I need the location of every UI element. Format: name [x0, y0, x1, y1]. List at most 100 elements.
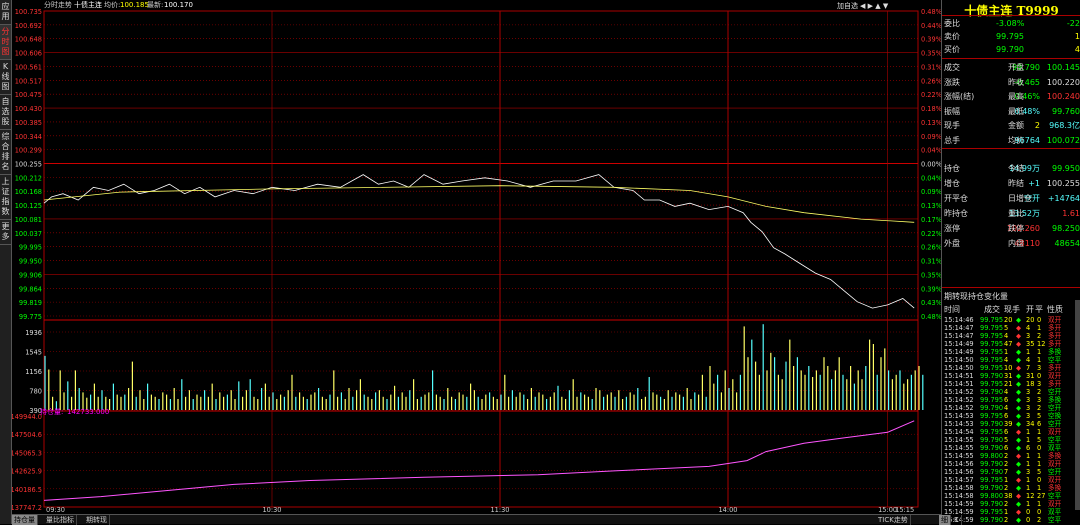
tick-cell: 空平: [1048, 356, 1062, 364]
tick-row: 15:14:53 99.790 39 ◆ 34 6 空开: [944, 420, 1080, 428]
quote2-row-cell: 48654: [1054, 239, 1080, 248]
tick-row: 15:14:52 99.790 4 ◆ 3 2 空开: [944, 404, 1080, 412]
time-tick: 15:15: [895, 506, 914, 514]
direction-icon: ◆: [1016, 316, 1022, 324]
book-row-cell: 买价: [944, 45, 960, 54]
direction-icon: ◆: [1016, 388, 1022, 396]
quote-row-cell: 100.240: [1046, 92, 1080, 101]
left-tab-3[interactable]: 自选股: [0, 95, 11, 130]
tick-cell: 15:14:47: [944, 324, 974, 332]
quote-row-cell: 金额: [1008, 121, 1024, 130]
tick-cell: 99.795: [980, 380, 1004, 388]
tick-cell: 多开: [1048, 332, 1062, 340]
quote-row-cell: 100.220: [1046, 77, 1080, 87]
tick-cell: 15:14:55: [944, 436, 974, 444]
direction-icon: ◆: [1016, 340, 1022, 348]
tick-cell: 2: [1004, 516, 1009, 524]
price-tick: 100.735: [15, 8, 42, 16]
left-tab-5[interactable]: 上证指数: [0, 175, 11, 220]
quote2-row-cell: 100.255: [1046, 179, 1080, 188]
direction-icon: ◆: [1016, 452, 1022, 460]
pct-tick: 0.22%: [921, 91, 941, 99]
tick-cell: 99.795: [980, 348, 1004, 356]
tick-cell: 15:14:47: [944, 332, 974, 340]
tick-cell: 15:14:58: [944, 484, 974, 492]
tick-row: 15:14:56 99.790 2 ◆ 1 1 双开: [944, 460, 1080, 468]
tick-cell: 15:14:59: [944, 500, 974, 508]
oi-tick: 145065.3: [12, 449, 42, 457]
book-row-cell: 99.790: [996, 45, 1024, 54]
direction-icon: ◆: [1016, 404, 1022, 412]
left-tab-6[interactable]: 更多: [0, 220, 11, 245]
book-row-cell: -22: [1066, 19, 1080, 28]
oi-label: 持仓量:: [40, 407, 63, 416]
tick-cell: 4: [1004, 332, 1009, 340]
tick-cell: 1: [1004, 476, 1009, 484]
tick-cell: 6: [1037, 420, 1042, 428]
tick-cell: 空换: [1048, 412, 1062, 420]
last-price: 100.170: [164, 1, 193, 9]
quote2-row-cell: 增仓: [944, 179, 960, 188]
quote-row: 振幅 0.48% 最低 99.760: [944, 105, 1080, 118]
book-row-cell: 4: [1074, 45, 1080, 54]
menu-arrows-icon[interactable]: ◀ ▶ ▲ ▼: [860, 2, 889, 10]
left-tab-2[interactable]: K线图: [0, 60, 11, 95]
pct-tick: 0.26%: [921, 244, 941, 252]
book-row: 卖价 99.795 1: [944, 30, 1080, 43]
tick-cell: 1: [1037, 428, 1042, 436]
quote2-row-cell: 1.61: [1062, 209, 1080, 218]
quote2-row-cell: 持仓: [944, 164, 960, 173]
left-tab-4[interactable]: 综合排名: [0, 130, 11, 175]
ticks-scrollbar[interactable]: [1075, 300, 1080, 510]
quote-row-cell: 开盘: [1008, 63, 1024, 72]
tick-cell: 1: [1004, 348, 1009, 356]
left-tab-1[interactable]: 分时图: [0, 25, 11, 60]
intraday-chart[interactable]: 100.735 0.48% 100.692 0.44% 100.648 0.39% 100.…: [12, 0, 941, 514]
tick-row: 15:14:55 99.790 5 ◆ 1 5 空平: [944, 436, 1080, 444]
tick-cell: 双平: [1048, 508, 1062, 516]
tick-cell: 空开: [1048, 388, 1062, 396]
direction-icon: ◆: [1016, 508, 1022, 516]
tick-cell: 3: [1026, 412, 1031, 420]
quote-panel: 十债主连 T9999 委比 -3.08% -22 卖价 99.795 1 买价 99.790 4…: [941, 0, 1080, 524]
pct-tick: 0.13%: [921, 202, 941, 210]
add-watchlist-button[interactable]: 加自选: [837, 1, 858, 10]
quote2-row: 开平仓 空开 日增仓 +14764: [944, 192, 1080, 205]
quote-row-cell: 最低: [1008, 106, 1024, 116]
quote2-row-cell: 跌停: [1008, 224, 1024, 233]
tick-cell: 3: [1026, 404, 1031, 412]
tick-cell: 15:14:49: [944, 348, 974, 356]
tick-cell: 15:14:55: [944, 444, 974, 452]
pct-tick: 0.35%: [921, 50, 941, 58]
chart-frame: [43, 10, 919, 508]
tick-header-cell: 开: [1026, 305, 1034, 314]
tick-cell: 1: [1037, 460, 1042, 468]
tick-cell: 15:14:52: [944, 388, 974, 396]
tick-cell: 空开: [1048, 404, 1062, 412]
quote2-row: 增仓 +1 昨结 100.255: [944, 177, 1080, 190]
tick-cell: 双平: [1048, 444, 1062, 452]
pct-tick: 0.39%: [921, 36, 941, 44]
tick-row: 15:14:50 99.795 4 ◆ 4 1 空平: [944, 356, 1080, 364]
tick-cell: 15:14:52: [944, 404, 974, 412]
quote2-row-cell: 内盘: [1008, 239, 1024, 248]
direction-icon: ◆: [1016, 468, 1022, 476]
book-row-cell: 卖价: [944, 32, 960, 41]
tick-cell: 15:14:53: [944, 420, 974, 428]
instrument-name: 十债主连: [74, 0, 102, 9]
direction-icon: ◆: [1016, 348, 1022, 356]
tick-cell: 5: [1037, 436, 1042, 444]
tick-cell: 2: [1037, 516, 1042, 524]
pct-tick: 0.48%: [921, 8, 941, 16]
tick-row: 15:14:59 99.790 2 ◆ 0 2 空平: [944, 516, 1080, 524]
tick-header-cell: 成交: [984, 305, 1000, 314]
bottom-tab-bar: 持仓量 量比指标 期转现 TICK走势细 K: [12, 514, 962, 525]
book-row-cell: 99.795: [996, 32, 1024, 41]
tick-cell: 99.795: [980, 428, 1004, 436]
book-row-cell: -3.08%: [996, 19, 1025, 28]
tick-cell: 4: [1026, 356, 1031, 364]
left-tab-0[interactable]: 应用: [0, 0, 11, 25]
quote2-row-cell: 昨结: [1008, 179, 1024, 188]
tick-cell: 99.795: [980, 356, 1004, 364]
time-tick: 14:00: [718, 506, 737, 514]
